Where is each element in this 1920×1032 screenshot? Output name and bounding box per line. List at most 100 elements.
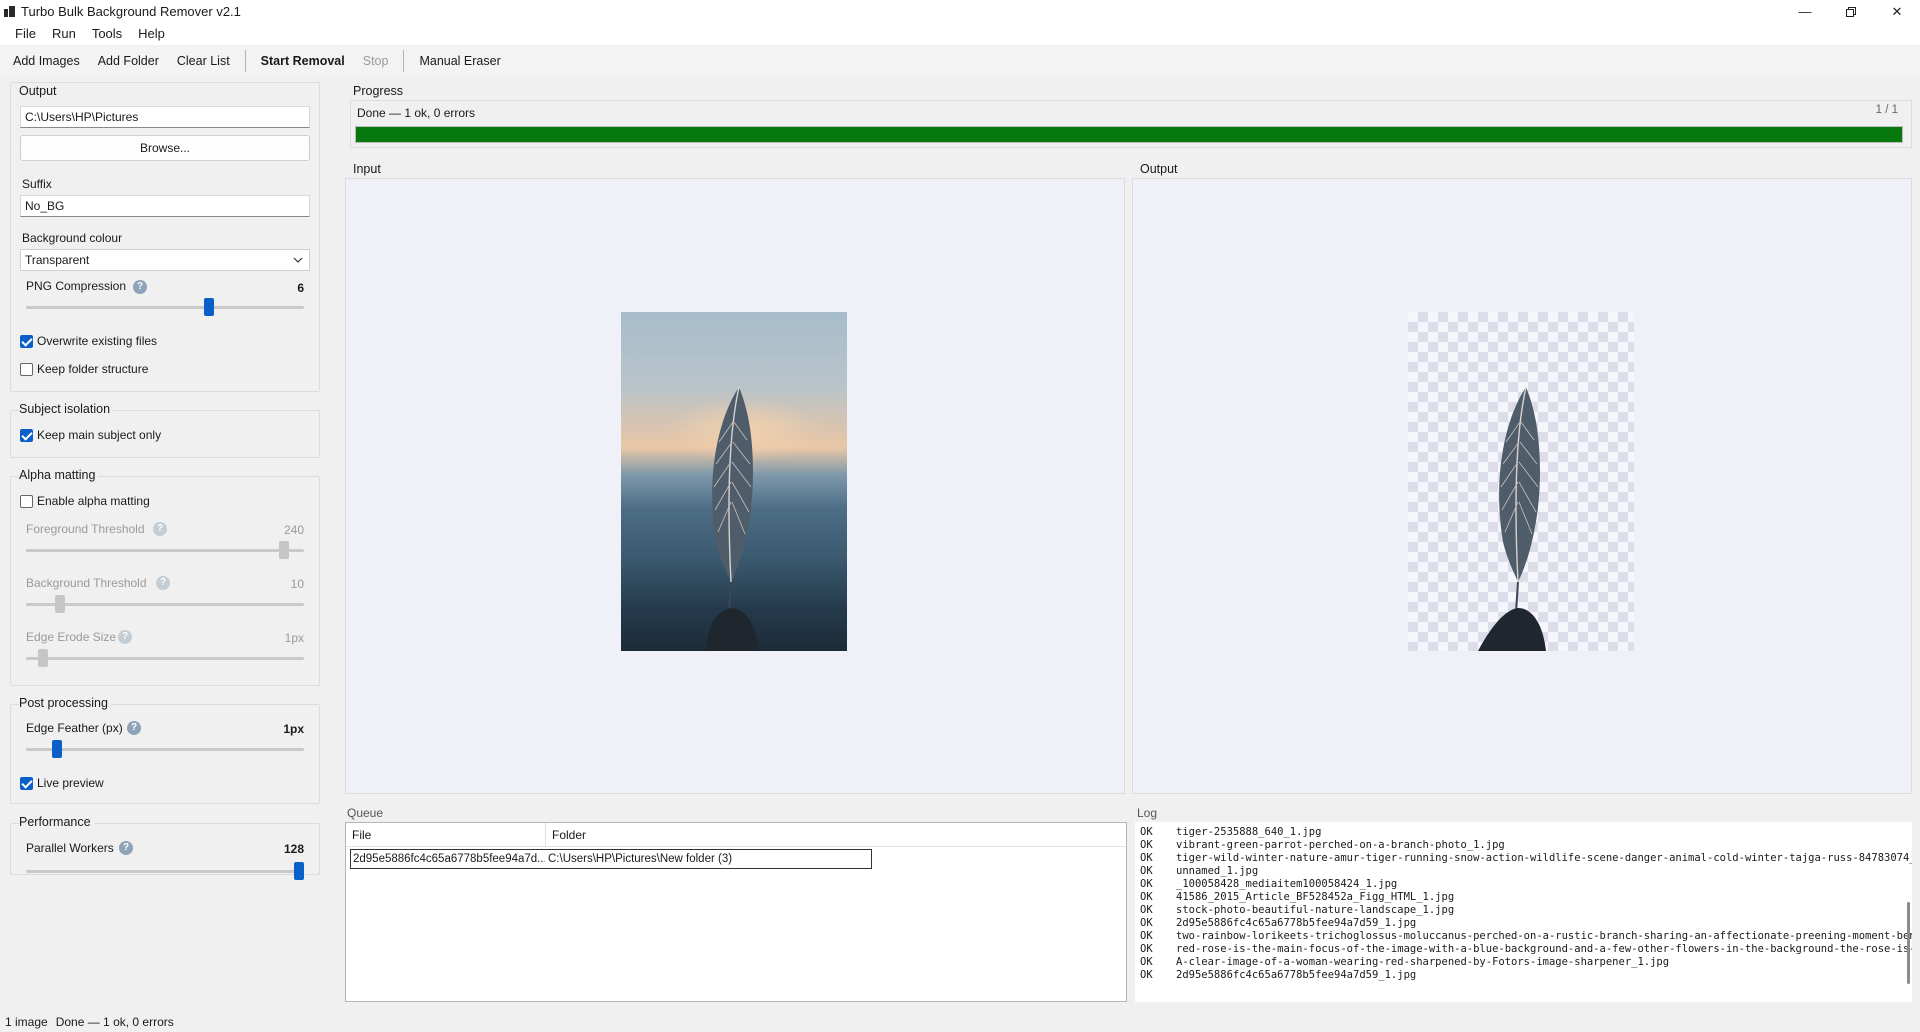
edge-erode-slider-thumb[interactable] — [38, 649, 48, 667]
title-bar: Turbo Bulk Background Remover v2.1 — ✕ — [0, 0, 1920, 23]
manual-eraser-button[interactable]: Manual Eraser — [410, 46, 509, 76]
log-line: OK stock-photo-beautiful-nature-landscape… — [1140, 904, 1455, 916]
live-preview-checkbox[interactable]: Live preview — [20, 776, 104, 790]
menu-tools[interactable]: Tools — [84, 23, 130, 45]
background-threshold-slider-thumb[interactable] — [55, 595, 65, 613]
parallel-workers-slider[interactable] — [26, 870, 304, 873]
checkbox-icon — [20, 776, 33, 790]
overwrite-label: Overwrite existing files — [37, 334, 158, 348]
queue-cell-folder: C:\Users\HP\Pictures\New folder (3) — [548, 853, 733, 865]
window-title: Turbo Bulk Background Remover v2.1 — [21, 4, 241, 19]
minimize-button[interactable]: — — [1782, 0, 1828, 23]
help-icon[interactable]: ? — [133, 280, 147, 294]
clear-list-button[interactable]: Clear List — [168, 46, 239, 76]
status-image-count: 1 image — [5, 1015, 48, 1029]
stop-button[interactable]: Stop — [354, 46, 398, 76]
queue-column-folder[interactable]: Folder — [546, 823, 1126, 847]
live-preview-label: Live preview — [37, 776, 104, 790]
status-bar: 1 image Done — 1 ok, 0 errors — [0, 1012, 1920, 1032]
log-line: OK red-rose-is-the-main-focus-of-the-imag… — [1140, 943, 1912, 955]
log-line: OK tiger-2535888_640_1.jpg — [1140, 826, 1322, 838]
help-icon[interactable]: ? — [119, 841, 133, 855]
edge-erode-value: 1px — [284, 631, 304, 645]
background-colour-select[interactable]: Transparent — [20, 249, 310, 271]
post-processing-title: Post processing — [19, 696, 111, 710]
png-compression-value: 6 — [297, 281, 304, 295]
queue-title: Queue — [347, 806, 384, 820]
queue-column-file[interactable]: File — [346, 823, 546, 847]
foreground-threshold-slider-thumb[interactable] — [279, 541, 289, 559]
add-images-button[interactable]: Add Images — [4, 46, 89, 76]
restore-icon — [1846, 6, 1856, 17]
settings-panel: Output C:\Users\HP\Pictures Browse... Su… — [0, 76, 330, 1008]
edge-feather-value: 1px — [283, 722, 304, 736]
log-line: OK vibrant-green-parrot-perched-on-a-bran… — [1140, 839, 1505, 851]
toolbar-separator — [403, 50, 405, 72]
edge-feather-slider-thumb[interactable] — [52, 740, 62, 758]
keep-main-subject-label: Keep main subject only — [37, 428, 162, 442]
progress-title: Progress — [353, 84, 404, 98]
close-button[interactable]: ✕ — [1874, 0, 1920, 23]
alpha-matting-title: Alpha matting — [19, 468, 99, 482]
progress-count: 1 / 1 — [1875, 104, 1898, 116]
parallel-workers-slider-thumb[interactable] — [294, 862, 304, 880]
log-scrollbar[interactable] — [1907, 902, 1910, 984]
feather-cutout-image — [1478, 386, 1546, 651]
menu-run[interactable]: Run — [44, 23, 84, 45]
performance-title: Performance — [19, 815, 94, 829]
feather-image — [621, 386, 847, 651]
suffix-label: Suffix — [22, 177, 52, 191]
progress-bar-fill — [356, 127, 1902, 142]
browse-button[interactable]: Browse... — [20, 135, 310, 161]
log-panel: OK tiger-2535888_640_1.jpg OK vibrant-gree… — [1135, 822, 1912, 1002]
png-compression-slider[interactable] — [26, 306, 304, 309]
start-removal-button[interactable]: Start Removal — [252, 46, 354, 76]
png-compression-slider-thumb[interactable] — [204, 298, 214, 316]
add-folder-button[interactable]: Add Folder — [89, 46, 168, 76]
log-line: OK 41586_2015_Article_BF528452a_Figg_HTML… — [1140, 891, 1455, 903]
toolbar: Add Images Add Folder Clear List Start R… — [0, 46, 1920, 76]
output-path-field[interactable]: C:\Users\HP\Pictures — [20, 106, 310, 128]
edge-erode-slider[interactable] — [26, 657, 304, 660]
overwrite-checkbox[interactable]: Overwrite existing files — [20, 334, 157, 348]
help-icon[interactable]: ? — [153, 522, 167, 536]
log-line: OK 2d95e5886fc4c65a6778b5fee94a7d59_1.jpg — [1140, 969, 1417, 981]
log-line: OK two-rainbow-lorikeets-trichoglossus-mo… — [1140, 930, 1912, 942]
minimize-icon: — — [1798, 4, 1812, 19]
suffix-field[interactable]: No_BG — [20, 195, 310, 217]
keep-folder-checkbox[interactable]: Keep folder structure — [20, 362, 148, 376]
toolbar-separator — [244, 50, 246, 72]
parallel-workers-value: 128 — [283, 842, 304, 856]
table-row[interactable]: 2d95e5886fc4c65a6778b5fee94a7d... C:\Use… — [350, 849, 872, 869]
enable-alpha-matting-checkbox[interactable]: Enable alpha matting — [20, 494, 150, 508]
menu-bar: File Run Tools Help — [0, 23, 1920, 45]
input-pane-title: Input — [353, 162, 381, 176]
foreground-threshold-label: Foreground Threshold — [26, 522, 145, 536]
parallel-workers-label: Parallel Workers — [26, 841, 114, 855]
input-image — [621, 312, 847, 651]
restore-button[interactable] — [1828, 0, 1874, 23]
output-image — [1408, 312, 1634, 651]
checkbox-icon — [20, 362, 33, 376]
foreground-threshold-slider[interactable] — [26, 549, 304, 552]
log-line: OK _100058428_mediaitem100058424_1.jpg — [1140, 878, 1398, 890]
png-compression-label: PNG Compression — [26, 279, 127, 293]
log-title: Log — [1137, 806, 1158, 820]
app-icon — [4, 6, 15, 17]
background-threshold-label: Background Threshold — [26, 576, 147, 590]
keep-main-subject-checkbox[interactable]: Keep main subject only — [20, 428, 161, 442]
chevron-down-icon — [293, 257, 303, 263]
subject-isolation-title: Subject isolation — [19, 402, 114, 416]
help-icon[interactable]: ? — [118, 630, 132, 644]
menu-help[interactable]: Help — [130, 23, 173, 45]
checkbox-icon — [20, 494, 33, 508]
background-threshold-slider[interactable] — [26, 603, 304, 606]
log-line: OK A-clear-image-of-a-woman-wearing-red-s… — [1140, 956, 1670, 968]
menu-file[interactable]: File — [7, 23, 44, 45]
foreground-threshold-value: 240 — [283, 523, 304, 537]
edge-feather-slider[interactable] — [26, 748, 304, 751]
help-icon[interactable]: ? — [156, 576, 170, 590]
edge-erode-label: Edge Erode Size — [26, 630, 117, 644]
help-icon[interactable]: ? — [127, 721, 141, 735]
background-colour-value: Transparent — [25, 253, 90, 267]
